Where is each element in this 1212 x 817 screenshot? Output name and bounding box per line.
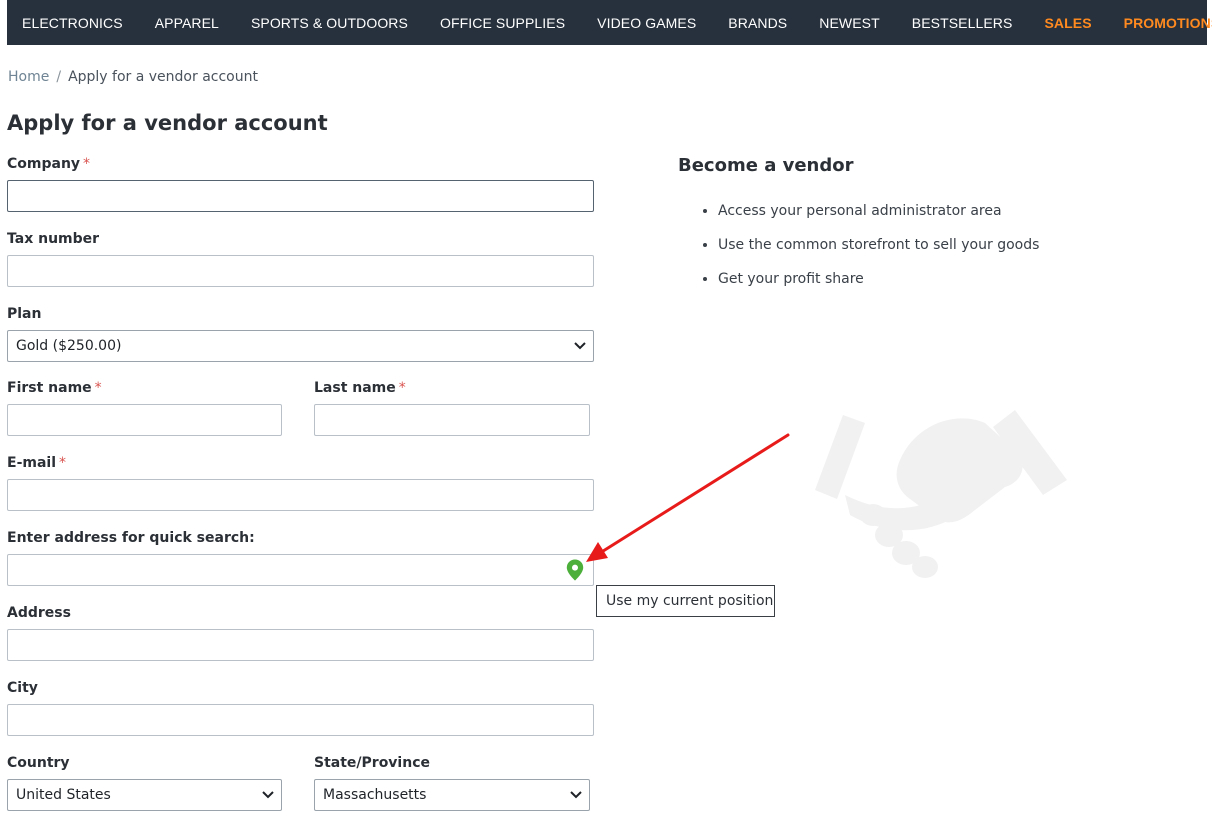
company-field[interactable]: [7, 180, 594, 212]
plan-selected-value: Gold ($250.00): [16, 338, 122, 354]
company-label-text: Company: [7, 156, 81, 172]
nav-office-supplies[interactable]: OFFICE SUPPLIES: [440, 15, 565, 31]
city-label: City: [7, 680, 38, 696]
chevron-down-icon: [574, 342, 586, 350]
country-label: Country: [7, 755, 70, 771]
last-name-field[interactable]: [314, 404, 590, 436]
email-label: E-mail *: [7, 455, 66, 471]
nav-brands[interactable]: BRANDS: [728, 15, 787, 31]
current-position-tooltip: Use my current position: [596, 585, 775, 617]
chevron-down-icon: [262, 791, 274, 799]
tax-number-field[interactable]: [7, 255, 594, 287]
nav-sales[interactable]: SALES: [1044, 15, 1091, 31]
required-mark: *: [398, 380, 406, 396]
page-title: Apply for a vendor account: [7, 111, 328, 135]
nav-apparel[interactable]: APPAREL: [155, 15, 219, 31]
nav-newest[interactable]: NEWEST: [819, 15, 880, 31]
quick-search-field[interactable]: [7, 554, 594, 586]
become-vendor-title: Become a vendor: [678, 155, 854, 176]
first-name-field[interactable]: [7, 404, 282, 436]
first-name-label-text: First name: [7, 380, 92, 396]
nav-promotions[interactable]: PROMOTIONS: [1124, 15, 1212, 31]
nav-video-games[interactable]: VIDEO GAMES: [597, 15, 696, 31]
city-field[interactable]: [7, 704, 594, 736]
last-name-label: Last name *: [314, 380, 406, 396]
quick-search-input[interactable]: [8, 555, 593, 585]
required-mark: *: [83, 156, 91, 172]
benefit-item: Use the common storefront to sell your g…: [718, 230, 1039, 264]
nav-electronics[interactable]: ELECTRONICS: [22, 15, 123, 31]
benefit-item: Access your personal administrator area: [718, 196, 1039, 230]
plan-label: Plan: [7, 306, 42, 322]
nav-sports-outdoors[interactable]: SPORTS & OUTDOORS: [251, 15, 408, 31]
benefit-item: Get your profit share: [718, 264, 1039, 298]
nav-bestsellers[interactable]: BESTSELLERS: [912, 15, 1013, 31]
address-input[interactable]: [8, 630, 593, 660]
email-label-text: E-mail: [7, 455, 57, 471]
handshake-icon: [815, 410, 1067, 578]
country-select[interactable]: United States: [7, 779, 282, 811]
email-input[interactable]: [8, 480, 593, 510]
breadcrumb-current: Apply for a vendor account: [68, 69, 258, 85]
breadcrumb-home[interactable]: Home: [8, 69, 49, 85]
tax-number-input[interactable]: [8, 256, 593, 286]
top-navigation: ELECTRONICS APPAREL SPORTS & OUTDOORS OF…: [7, 0, 1212, 45]
required-mark: *: [94, 380, 102, 396]
address-field[interactable]: [7, 629, 594, 661]
first-name-input[interactable]: [8, 405, 281, 435]
first-name-label: First name *: [7, 380, 102, 396]
breadcrumb-separator: /: [56, 69, 62, 85]
plan-select[interactable]: Gold ($250.00): [7, 330, 594, 362]
city-input[interactable]: [8, 705, 593, 735]
state-label: State/Province: [314, 755, 430, 771]
breadcrumb: Home / Apply for a vendor account: [8, 69, 258, 85]
address-label: Address: [7, 605, 71, 621]
quick-search-label: Enter address for quick search:: [7, 530, 255, 546]
required-mark: *: [59, 455, 67, 471]
last-name-label-text: Last name: [314, 380, 396, 396]
country-selected-value: United States: [16, 787, 111, 803]
vendor-benefits-list: Access your personal administrator area …: [678, 196, 1039, 298]
chevron-down-icon: [570, 791, 582, 799]
tax-number-label: Tax number: [7, 231, 100, 247]
company-input[interactable]: [8, 181, 593, 211]
map-pin-icon[interactable]: [566, 559, 584, 581]
state-select[interactable]: Massachusetts: [314, 779, 590, 811]
email-field[interactable]: [7, 479, 594, 511]
last-name-input[interactable]: [315, 405, 589, 435]
company-label: Company *: [7, 156, 90, 172]
state-selected-value: Massachusetts: [323, 787, 427, 803]
